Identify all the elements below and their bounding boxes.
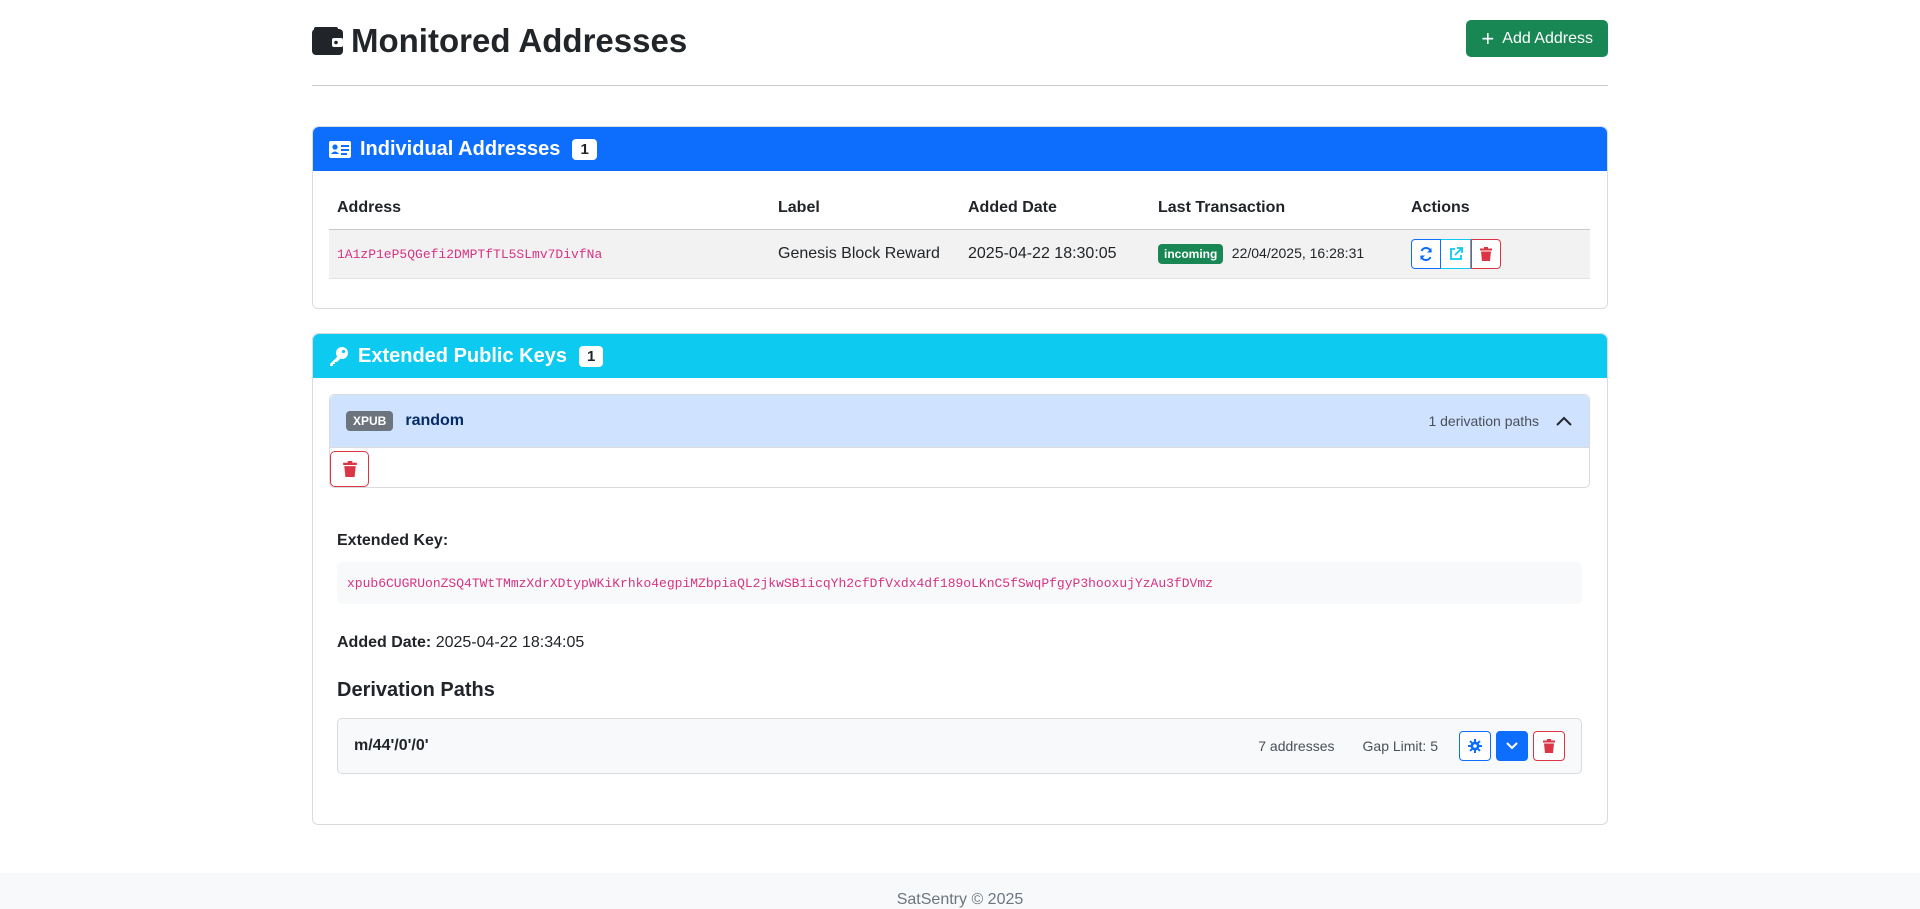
table-header-row: Address Label Added Date Last Transactio…: [329, 187, 1590, 230]
xpub-item-header[interactable]: XPUB random 1 derivation paths: [330, 395, 1589, 448]
external-link-button[interactable]: [1441, 239, 1471, 269]
trash-icon: [342, 461, 357, 477]
refresh-icon: [1420, 247, 1432, 261]
col-actions: Actions: [1403, 187, 1590, 230]
id-card-icon: [329, 140, 351, 158]
xpub-paths-count: 1 derivation paths: [1428, 413, 1539, 429]
key-icon: [330, 347, 348, 366]
trash-icon: [1480, 247, 1492, 261]
page-header: Monitored Addresses + Add Address: [312, 0, 1608, 86]
extended-keys-title: Extended Public Keys: [358, 344, 567, 367]
page-title-text: Monitored Addresses: [351, 21, 688, 59]
extended-key-box: xpub6CUGRUonZSQ4TWtTMmzXdrXDtypWKiKrhko4…: [337, 562, 1582, 604]
main-container: Monitored Addresses + Add Address Indivi…: [312, 0, 1608, 825]
footer-text: SatSentry © 2025: [896, 891, 1024, 908]
plus-icon: +: [1481, 25, 1495, 51]
address-cell: 1A1zP1eP5QGefi2DMPTfTL5SLmv7DivfNa: [329, 229, 770, 279]
path-address-count: 7 addresses: [1258, 738, 1335, 754]
path-expand-button[interactable]: [1496, 731, 1528, 761]
refresh-button[interactable]: [1411, 239, 1441, 269]
trash-icon: [1543, 739, 1555, 753]
transaction-time: 22/04/2025, 16:28:31: [1231, 245, 1365, 261]
label-cell: Genesis Block Reward: [770, 229, 960, 279]
delete-xpub-button[interactable]: [330, 451, 369, 487]
individual-addresses-title: Individual Addresses: [360, 137, 561, 160]
col-last-transaction: Last Transaction: [1150, 187, 1403, 230]
actions-cell: [1403, 229, 1590, 279]
added-date-cell: 2025-04-22 18:30:05: [960, 229, 1150, 279]
incoming-badge: incoming: [1158, 244, 1224, 264]
addresses-table: Address Label Added Date Last Transactio…: [329, 187, 1590, 279]
add-address-button[interactable]: + Add Address: [1466, 20, 1608, 57]
table-row: 1A1zP1eP5QGefi2DMPTfTL5SLmv7DivfNa Genes…: [329, 229, 1590, 279]
individual-addresses-header: Individual Addresses 1: [313, 127, 1607, 171]
derivation-paths-heading: Derivation Paths: [337, 679, 495, 701]
xpub-item: XPUB random 1 derivation paths: [329, 394, 1590, 488]
external-link-icon: [1449, 247, 1463, 260]
extended-keys-header: Extended Public Keys 1: [313, 334, 1607, 378]
extended-public-keys-card: Extended Public Keys 1 XPUB random 1 der…: [312, 333, 1608, 825]
xpub-added-date: Added Date: 2025-04-22 18:34:05: [337, 634, 584, 652]
derivation-path-name: m/44'/0'/0': [354, 737, 429, 754]
xpub-name: random: [405, 412, 465, 429]
added-date-label: Added Date:: [337, 634, 432, 651]
add-address-label: Add Address: [1502, 29, 1593, 47]
derivation-path-item: m/44'/0'/0' 7 addresses Gap Limit: 5: [337, 718, 1582, 774]
footer: SatSentry © 2025: [0, 873, 1920, 909]
delete-address-button[interactable]: [1471, 239, 1501, 269]
page-title: Monitored Addresses: [312, 22, 687, 60]
individual-addresses-card: Individual Addresses 1 Address Label Add…: [312, 126, 1608, 309]
delete-path-button[interactable]: [1533, 731, 1565, 761]
col-added-date: Added Date: [960, 187, 1150, 230]
chevron-down-icon: [1506, 742, 1518, 750]
gear-icon: [1468, 739, 1482, 753]
path-settings-button[interactable]: [1459, 731, 1491, 761]
individual-count-badge: 1: [572, 138, 597, 160]
wallet-icon: [312, 26, 343, 55]
chevron-up-icon[interactable]: [1555, 415, 1573, 427]
xpub-type-badge: XPUB: [346, 411, 394, 431]
path-gap-limit: Gap Limit: 5: [1362, 738, 1438, 754]
xpub-count-badge: 1: [578, 345, 604, 367]
row-actions: [1411, 239, 1501, 269]
col-address: Address: [329, 187, 770, 230]
extended-key-value: xpub6CUGRUonZSQ4TWtTMmzXdrXDtypWKiKrhko4…: [347, 575, 1213, 591]
added-date-value: 2025-04-22 18:34:05: [435, 634, 585, 651]
last-transaction-cell: incoming 22/04/2025, 16:28:31: [1150, 229, 1403, 279]
col-label: Label: [770, 187, 960, 230]
extended-key-label: Extended Key:: [337, 532, 449, 549]
